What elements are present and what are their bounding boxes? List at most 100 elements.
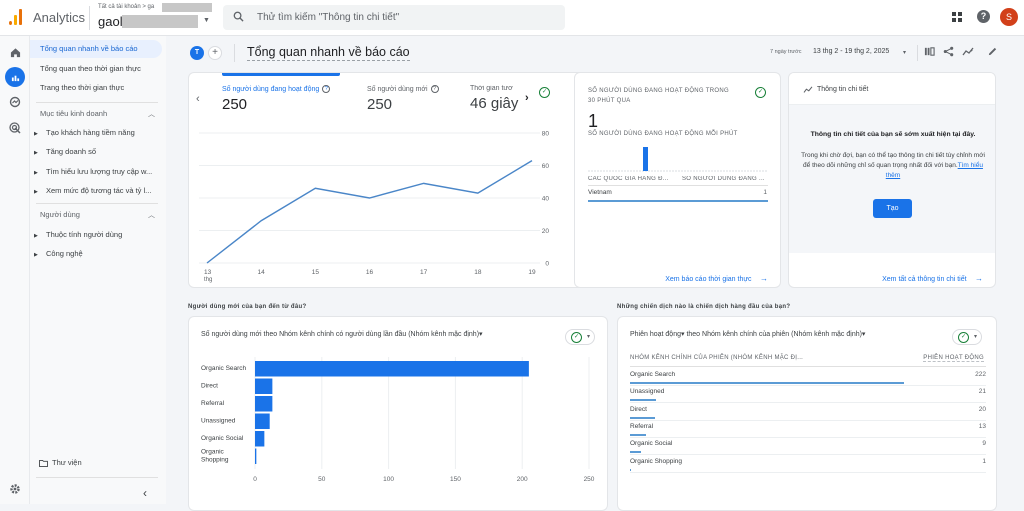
property-selector[interactable]: gaol	[98, 14, 123, 29]
column-header-users[interactable]: Số người dùng đang ...	[682, 176, 768, 182]
gear-icon[interactable]	[7, 481, 23, 497]
chevron-up-icon[interactable]: ︿	[148, 109, 155, 119]
caret-down-icon[interactable]: ▾	[903, 49, 906, 56]
date-prefix[interactable]: 7 ngày trước	[770, 49, 801, 55]
nav-item-drive-sales[interactable]: ▶Tăng doanh số	[34, 147, 162, 156]
view-all-insights-link[interactable]: Xem tất cả thông tin chi tiết →	[882, 268, 983, 286]
table-row[interactable]: Organic Social9	[630, 438, 986, 455]
sessions-value: 1	[982, 458, 986, 465]
apps-grid-icon[interactable]	[952, 12, 962, 22]
card-options-dropdown[interactable]: ✓ ▾	[952, 329, 982, 345]
nav-item-user-attributes[interactable]: ▶Thuộc tính người dùng	[34, 230, 162, 239]
campaigns-card: Phiên hoạt động▾ theo Nhóm kênh chính củ…	[617, 316, 997, 511]
insights-icon	[803, 86, 813, 94]
share-icon[interactable]	[942, 46, 954, 58]
divider	[917, 45, 918, 61]
create-insight-button[interactable]: Tạo	[873, 199, 912, 218]
compare-icon[interactable]	[923, 46, 935, 58]
column-header-sessions[interactable]: Phiên hoạt động	[923, 355, 984, 362]
column-header-country[interactable]: Các quốc gia hàng đ...	[588, 176, 676, 182]
nav-item-generate-leads[interactable]: ▶Tạo khách hàng tiềm năng	[34, 128, 162, 137]
y-tick-label: 40	[542, 196, 550, 203]
table-row[interactable]: Organic Search222	[630, 369, 986, 386]
table-row[interactable]: Organic Shopping1	[630, 456, 986, 473]
divider	[36, 203, 158, 204]
caret-down-icon: ▾	[974, 333, 977, 340]
category-label: Unassigned	[201, 418, 236, 425]
search-icon	[233, 11, 244, 22]
nav-item-label: Công nghệ	[46, 249, 83, 258]
x-tick-label: 150	[450, 476, 461, 483]
nav-item-label: Tăng doanh số	[46, 147, 96, 156]
nav-item-understand-traffic[interactable]: ▶Tìm hiểu lưu lượng truy cập w...	[34, 167, 162, 176]
comparison-badge[interactable]: T	[190, 46, 204, 60]
nav-item-label: Xem mức độ tương tác và tỷ l...	[46, 186, 151, 195]
help-icon[interactable]: ?	[322, 85, 330, 93]
analytics-logo-icon[interactable]	[9, 9, 23, 25]
nav-item-realtime-pages[interactable]: Trang theo thời gian thực	[30, 79, 162, 97]
metric-value: 250	[222, 96, 330, 113]
bar	[255, 431, 264, 447]
x-tick-label: 50	[318, 476, 326, 483]
table-row[interactable]: Direct20	[630, 404, 986, 421]
campaigns-card-title[interactable]: Phiên hoạt động▾ theo Nhóm kênh chính củ…	[630, 330, 865, 338]
metric-label: Số người dùng đang hoạt động	[222, 86, 319, 93]
table-row[interactable]: Unassigned21	[630, 386, 986, 403]
metric-tab-active-users[interactable]: Số người dùng đang hoạt động? 250	[222, 85, 330, 113]
view-realtime-link[interactable]: Xem báo cáo thời gian thực →	[665, 268, 768, 286]
expand-arrow-icon: ▶	[34, 189, 46, 195]
date-range-picker[interactable]: 13 thg 2 - 19 thg 2, 2025	[813, 48, 889, 55]
column-header-channel[interactable]: Nhóm kênh chính của phiên (Nhóm kênh mặc…	[630, 355, 803, 361]
minute-bar	[643, 147, 648, 171]
help-icon[interactable]: ?	[977, 10, 990, 23]
card-options-dropdown[interactable]: ✓ ▾	[565, 329, 595, 345]
nav-item-realtime-overview[interactable]: Tổng quan theo thời gian thực	[30, 60, 162, 78]
value-bar	[630, 451, 641, 453]
arrow-right-icon: →	[975, 274, 983, 283]
add-comparison-button[interactable]: +	[208, 46, 222, 60]
realtime-value: 1	[588, 111, 598, 132]
nav-item-reports-snapshot[interactable]: Tổng quan nhanh về báo cáo	[30, 40, 162, 58]
app-name: Analytics	[33, 10, 85, 25]
category-label: Referral	[201, 400, 225, 407]
nav-item-engagement[interactable]: ▶Xem mức độ tương tác và tỷ l...	[34, 186, 162, 195]
explore-icon[interactable]	[7, 94, 23, 110]
chevron-left-icon[interactable]: ‹	[143, 486, 147, 500]
new-users-card-title[interactable]: Số người dùng mới theo Nhóm kênh chính c…	[201, 330, 483, 338]
caret-down-icon[interactable]: ▼	[203, 17, 210, 24]
insights-icon[interactable]: ✦	[962, 46, 974, 58]
nav-item-tech[interactable]: ▶Công nghệ	[34, 249, 162, 258]
insights-title: Thông tin chi tiết	[817, 86, 868, 93]
edit-icon[interactable]	[986, 46, 998, 58]
chevron-left-icon[interactable]: ‹	[196, 93, 200, 105]
channel-name: Unassigned	[630, 388, 664, 395]
metric-value: 46 giây	[470, 95, 520, 112]
reports-icon[interactable]	[5, 67, 25, 87]
y-tick-label: 60	[542, 163, 550, 170]
table-row[interactable]: Referral13	[630, 421, 986, 438]
metric-tab-new-users[interactable]: Số người dùng mới? 250	[367, 85, 439, 113]
chevron-right-icon[interactable]: ›	[525, 92, 529, 104]
country-value: 1	[763, 189, 767, 196]
advertising-icon[interactable]	[7, 120, 23, 136]
avatar[interactable]: S	[1000, 8, 1018, 26]
metric-tab-engagement-time[interactable]: Thời gian tươ 46 giây	[470, 85, 520, 112]
category-label: Shopping	[201, 457, 229, 464]
metric-label: Số người dùng mới	[367, 86, 428, 93]
sessions-value: 222	[975, 371, 986, 378]
nav-item-library[interactable]: Thư viện	[39, 458, 82, 467]
help-icon[interactable]: ?	[431, 85, 439, 93]
bar	[255, 396, 272, 412]
chevron-up-icon[interactable]: ︿	[148, 210, 155, 220]
channel-name: Referral	[630, 423, 653, 430]
account-breadcrumb[interactable]: Tất cả tài khoản > ga	[98, 4, 154, 10]
home-icon[interactable]	[7, 44, 23, 60]
divider	[630, 366, 986, 367]
nav-section-user[interactable]: Người dùng ︿	[40, 210, 155, 219]
nav-section-business-objectives[interactable]: Mục tiêu kinh doanh ︿	[40, 109, 155, 118]
y-tick-label: 20	[542, 228, 550, 235]
search-input[interactable]: Thử tìm kiếm "Thông tin chi tiết"	[223, 5, 565, 30]
status-check-icon[interactable]: ✓	[755, 87, 766, 98]
x-tick-label: 0	[253, 476, 257, 483]
status-check-icon[interactable]: ✓	[539, 87, 550, 98]
